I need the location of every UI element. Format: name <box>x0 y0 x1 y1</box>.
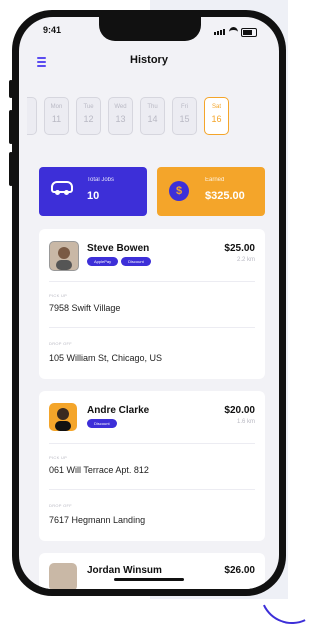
dropoff-address: 7617 Hegmann Landing <box>49 515 146 525</box>
ride-card[interactable]: Andre Clarke Discount $20.00 1.6 km PICK… <box>39 391 265 541</box>
divider <box>49 443 255 444</box>
day-tab-fri[interactable]: Fri 15 <box>172 97 197 135</box>
dropoff-label: DROP OFF <box>49 503 72 508</box>
day-number: 11 <box>51 114 62 124</box>
wifi-icon <box>229 27 238 37</box>
phone-mute-switch <box>9 80 13 98</box>
day-name: Sat <box>211 104 221 110</box>
stats-row: Total Jobs 10 $ Earned $325.00 <box>39 167 265 216</box>
phone-volume-up <box>9 110 13 144</box>
driver-name: Jordan Winsum <box>87 565 162 576</box>
ride-price: $26.00 <box>224 565 255 576</box>
day-tab-sat[interactable]: Sat 16 <box>204 97 229 135</box>
ride-card[interactable]: Steve Bowen ApplePay Discount $25.00 2.2… <box>39 229 265 379</box>
tag-badge: Discount <box>121 257 151 266</box>
earned-card[interactable]: $ Earned $325.00 <box>157 167 265 216</box>
day-number: 14 <box>147 114 158 124</box>
dropoff-address: 105 William St, Chicago, US <box>49 353 163 363</box>
divider <box>49 489 255 490</box>
phone-screen: 9:41 History Mon 11 Tue 12 Wed 13 Thu 14 Fri… <box>19 17 279 589</box>
total-jobs-label: Total Jobs <box>87 177 115 183</box>
total-jobs-card[interactable]: Total Jobs 10 <box>39 167 147 216</box>
pickup-label: PICK UP <box>49 293 68 298</box>
avatar <box>49 403 77 431</box>
status-bar: 9:41 <box>43 25 257 39</box>
pickup-address: 061 Will Terrace Apt. 812 <box>49 465 149 475</box>
dollar-coin-icon: $ <box>169 181 189 201</box>
car-icon <box>51 181 73 195</box>
ride-card[interactable]: Jordan Winsum $26.00 <box>39 553 265 589</box>
tag-badge: ApplePay <box>87 257 119 266</box>
ride-price: $25.00 <box>224 243 255 254</box>
day-number: 13 <box>115 114 126 124</box>
day-name: Fri <box>181 104 188 110</box>
driver-name: Steve Bowen <box>87 243 150 254</box>
divider <box>49 281 255 282</box>
day-tab-mon[interactable]: Mon 11 <box>44 97 69 135</box>
day-tab-tue[interactable]: Tue 12 <box>76 97 101 135</box>
status-time: 9:41 <box>43 25 62 35</box>
pickup-address: 7958 Swift Village <box>49 303 121 313</box>
ride-distance: 2.2 km <box>236 257 255 263</box>
phone-frame: 9:41 History Mon 11 Tue 12 Wed 13 Thu 14 Fri… <box>9 10 286 596</box>
earned-label: Earned <box>205 177 225 183</box>
page-title: History <box>130 54 168 66</box>
day-tab-thu[interactable]: Thu 14 <box>140 97 165 135</box>
ride-distance: 1.6 km <box>236 419 255 425</box>
day-name: Wed <box>114 104 127 110</box>
total-jobs-value: 10 <box>87 190 100 202</box>
phone-volume-down <box>9 152 13 186</box>
day-name: Thu <box>147 104 158 110</box>
day-number: 16 <box>211 114 222 124</box>
home-indicator <box>114 578 184 581</box>
ride-price: $20.00 <box>224 405 255 416</box>
day-tab-partial[interactable] <box>27 97 37 135</box>
day-number: 12 <box>83 114 94 124</box>
driver-name: Andre Clarke <box>87 405 150 416</box>
day-tab-wed[interactable]: Wed 13 <box>108 97 133 135</box>
day-name: Tue <box>83 104 94 110</box>
avatar <box>49 241 79 271</box>
app-header: History <box>19 51 279 71</box>
earned-value: $325.00 <box>205 190 245 202</box>
dropoff-label: DROP OFF <box>49 341 72 346</box>
day-number: 15 <box>179 114 190 124</box>
battery-icon <box>241 28 257 37</box>
avatar <box>49 563 77 589</box>
pickup-label: PICK UP <box>49 455 68 460</box>
signal-icon <box>214 27 226 37</box>
divider <box>49 327 255 328</box>
day-name: Mon <box>50 104 63 110</box>
tag-badge: Discount <box>87 419 117 428</box>
day-selector: Mon 11 Tue 12 Wed 13 Thu 14 Fri 15 Sat 16 <box>27 97 229 135</box>
